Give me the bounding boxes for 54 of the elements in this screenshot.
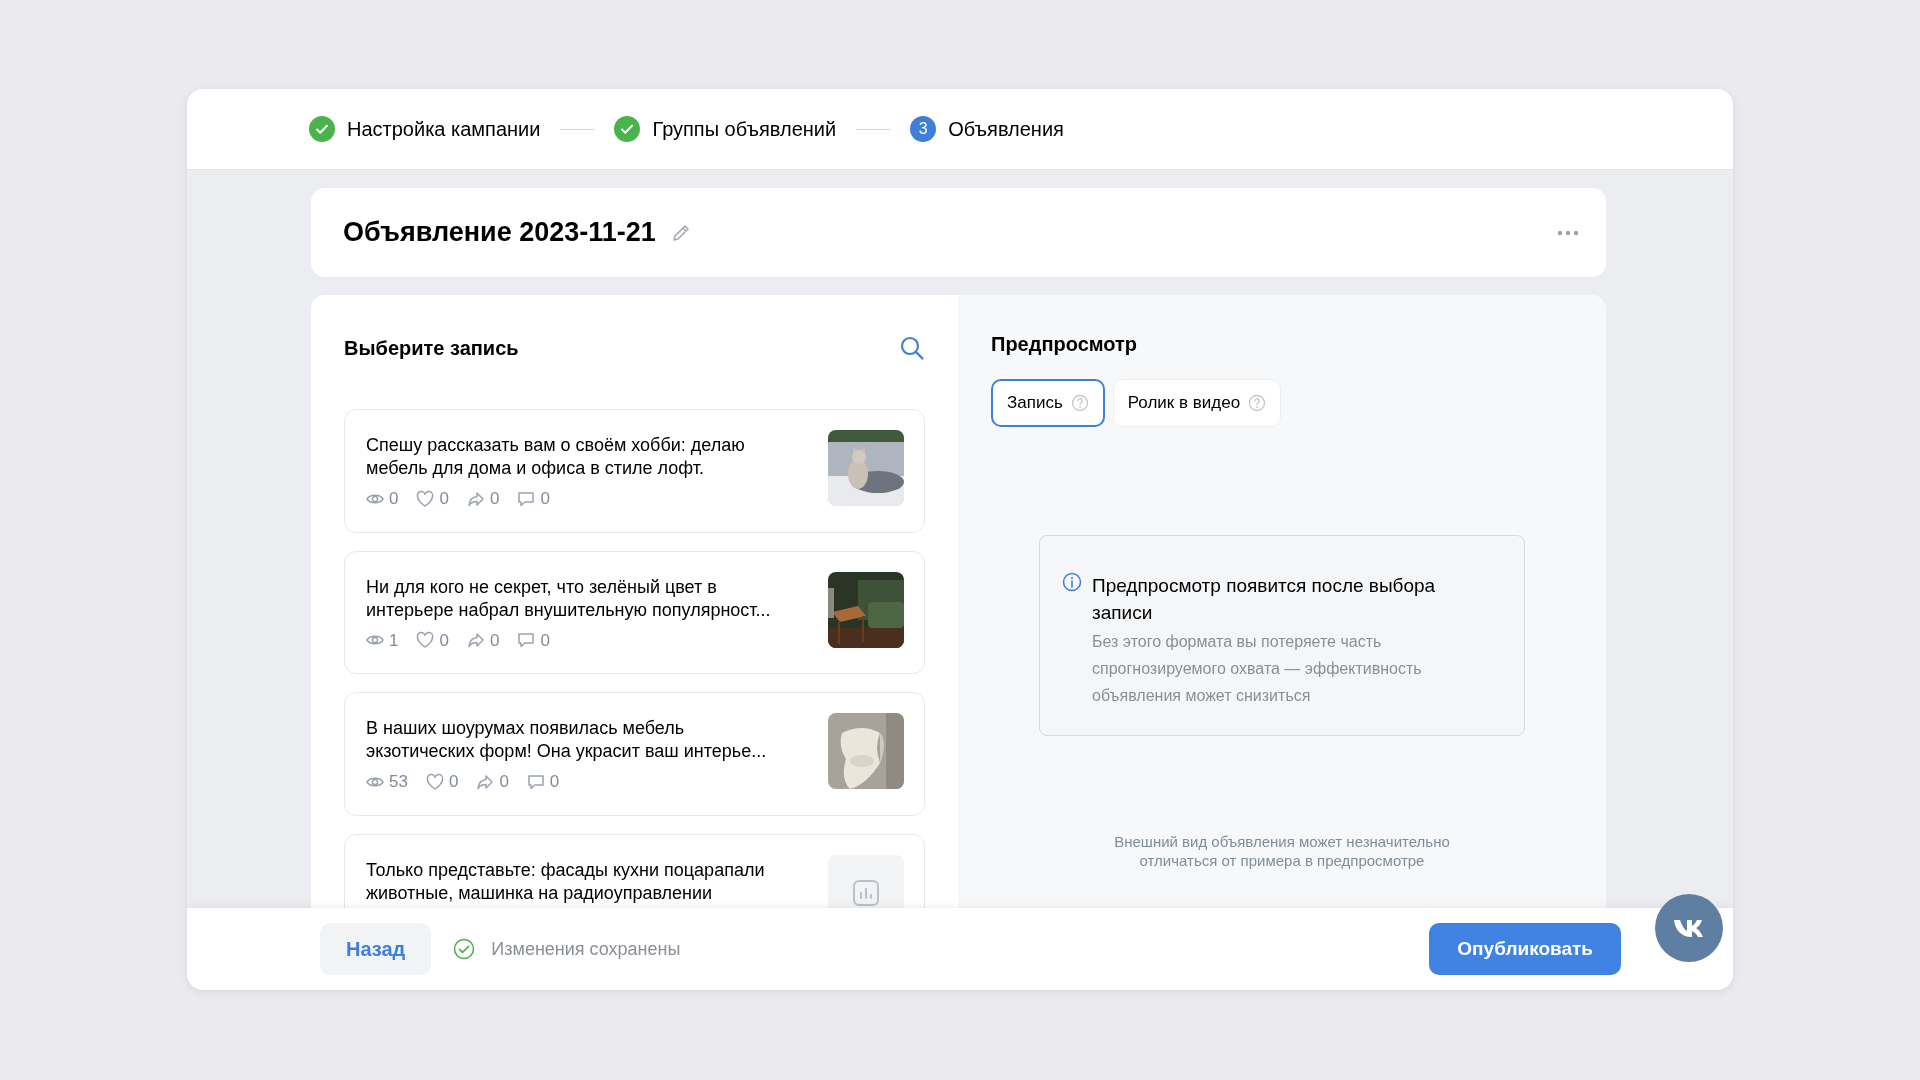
search-icon[interactable] xyxy=(899,335,925,361)
post-text: Ни для кого не секрет, что зелёный цвет в xyxy=(366,575,718,599)
post-text: экзотических форм! Она украсит ваш интерье... xyxy=(366,740,768,763)
post-text: Только представьте: фасады кухни поцарапали xyxy=(366,858,766,882)
speech-bubble-icon xyxy=(517,631,536,650)
step-label[interactable]: Настройка кампании xyxy=(347,114,541,144)
post-text: мебель для дома и офиса в стиле лофт. xyxy=(366,457,705,480)
speech-bubble-icon xyxy=(517,489,536,508)
more-icon[interactable] xyxy=(1556,228,1580,237)
speech-bubble-icon xyxy=(526,772,545,791)
count: 0 xyxy=(448,771,459,793)
post-card[interactable]: В наших шоурумах появилась мебель экзотических форм! Она украсит ваш интерье... 53 0 0 0 xyxy=(344,692,925,816)
heart-icon xyxy=(425,772,444,791)
post-text: интерьере набрал внушительную популярност... xyxy=(366,598,772,622)
heart-icon xyxy=(416,631,435,650)
step-number: 3 xyxy=(910,116,937,142)
count: 0 xyxy=(489,629,500,652)
help-icon[interactable] xyxy=(1070,393,1089,412)
publish-button[interactable]: Опубликовать xyxy=(1429,922,1621,976)
post-text: В наших шоурумах появилась мебель xyxy=(366,717,686,740)
info-title: Предпросмотр появится после выбора записи xyxy=(1092,573,1437,625)
format-tab[interactable]: Ролик в видео xyxy=(1112,379,1282,427)
count: 0 xyxy=(540,488,550,510)
arrow-icon xyxy=(476,772,495,791)
arrow-icon xyxy=(466,489,485,508)
format-tab[interactable]: Запись xyxy=(991,379,1105,427)
save-status: Изменения сохранены xyxy=(491,937,681,961)
ad-title: Объявление 2023-11-21 xyxy=(343,216,656,250)
post-text: животные, машинка на радиоуправлении xyxy=(366,881,714,905)
section-title: Предпросмотр xyxy=(991,332,1139,357)
count: 0 xyxy=(439,488,449,510)
count: 1 xyxy=(389,629,399,652)
count: 0 xyxy=(489,488,500,510)
count: 0 xyxy=(389,488,399,510)
logo-icon[interactable] xyxy=(1655,894,1723,962)
back-button[interactable]: Назад xyxy=(320,923,432,975)
arrow-icon xyxy=(466,631,485,650)
step-label[interactable]: Группы объявлений xyxy=(652,114,837,144)
count: 0 xyxy=(549,771,560,793)
heart-icon xyxy=(416,489,435,508)
count: 53 xyxy=(389,771,408,793)
post-card[interactable]: Спешу рассказать вам о своём хобби: делаю мебель для дома и офиса в стиле лофт. 0 0 0 0 xyxy=(344,409,925,533)
section-title: Выберите запись xyxy=(344,336,519,361)
count: 0 xyxy=(499,771,509,793)
preview-note: Внешний вид объявления может незначительно отличаться от примера в предпросмотре xyxy=(1113,832,1451,870)
step-label[interactable]: Объявления xyxy=(948,114,1064,144)
info-icon xyxy=(1062,571,1082,592)
help-icon[interactable] xyxy=(1248,393,1267,412)
count: 0 xyxy=(439,629,449,652)
info-text: Без этого формата вы потеряете часть спрогнозируемого охвата — эффективность объявления может снизиться xyxy=(1092,631,1423,706)
post-text: Спешу рассказать вам о своём хобби: делаю xyxy=(366,434,746,457)
count: 0 xyxy=(540,629,550,652)
check-icon xyxy=(453,938,476,960)
post-card[interactable]: Ни для кого не секрет, что зелёный цвет в интерьере набрал внушительную популярност... 1 0 0 0 xyxy=(344,550,925,674)
